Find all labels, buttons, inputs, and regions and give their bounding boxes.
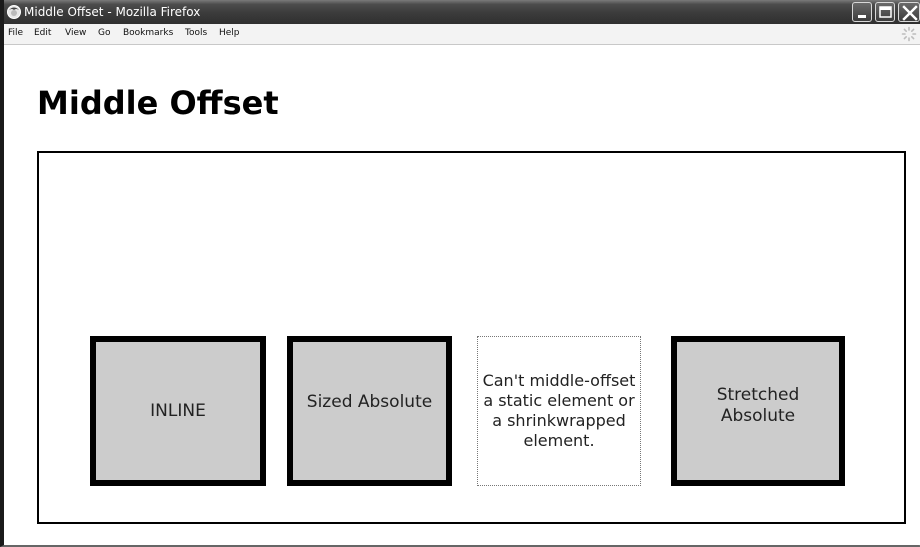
close-button[interactable]	[898, 2, 920, 22]
sized-absolute-box-label: Sized Absolute	[306, 391, 433, 412]
menu-bookmarks[interactable]: Bookmarks	[123, 27, 173, 40]
sized-absolute-box: Sized Absolute	[287, 336, 452, 486]
firefox-icon	[7, 5, 21, 19]
menu-edit[interactable]: Edit	[34, 27, 51, 40]
menu-tools[interactable]: Tools	[185, 27, 207, 40]
static-shrinkwrapped-note-label: Can't middle-offset a static element or …	[482, 371, 636, 450]
maximize-icon	[879, 6, 892, 18]
page-content: Middle Offset INLINE Sized Absolute Can'…	[4, 45, 920, 545]
browser-window: Middle Offset - Mozilla Firefox File Edi…	[0, 0, 920, 547]
menu-help[interactable]: Help	[219, 27, 240, 40]
stretched-absolute-box-label: Stretched Absolute	[716, 385, 800, 426]
inline-box-label: INLINE	[150, 400, 206, 421]
inline-box: INLINE	[90, 336, 266, 486]
menu-bar: File Edit View Go Bookmarks Tools Help	[4, 24, 920, 45]
throbber-icon	[901, 26, 917, 42]
demo-container: INLINE Sized Absolute Can't middle-offse…	[37, 151, 906, 524]
maximize-button[interactable]	[875, 2, 895, 22]
page-title: Middle Offset	[37, 84, 279, 122]
menu-go[interactable]: Go	[98, 27, 110, 40]
window-title: Middle Offset - Mozilla Firefox	[24, 5, 201, 19]
title-bar[interactable]: Middle Offset - Mozilla Firefox	[4, 0, 920, 24]
static-shrinkwrapped-note-box: Can't middle-offset a static element or …	[477, 336, 641, 486]
minimize-icon	[858, 15, 866, 18]
menu-file[interactable]: File	[8, 27, 23, 40]
menu-view[interactable]: View	[65, 27, 86, 40]
minimize-button[interactable]	[852, 2, 872, 22]
stretched-absolute-box: Stretched Absolute	[671, 336, 845, 486]
close-icon	[902, 5, 918, 21]
